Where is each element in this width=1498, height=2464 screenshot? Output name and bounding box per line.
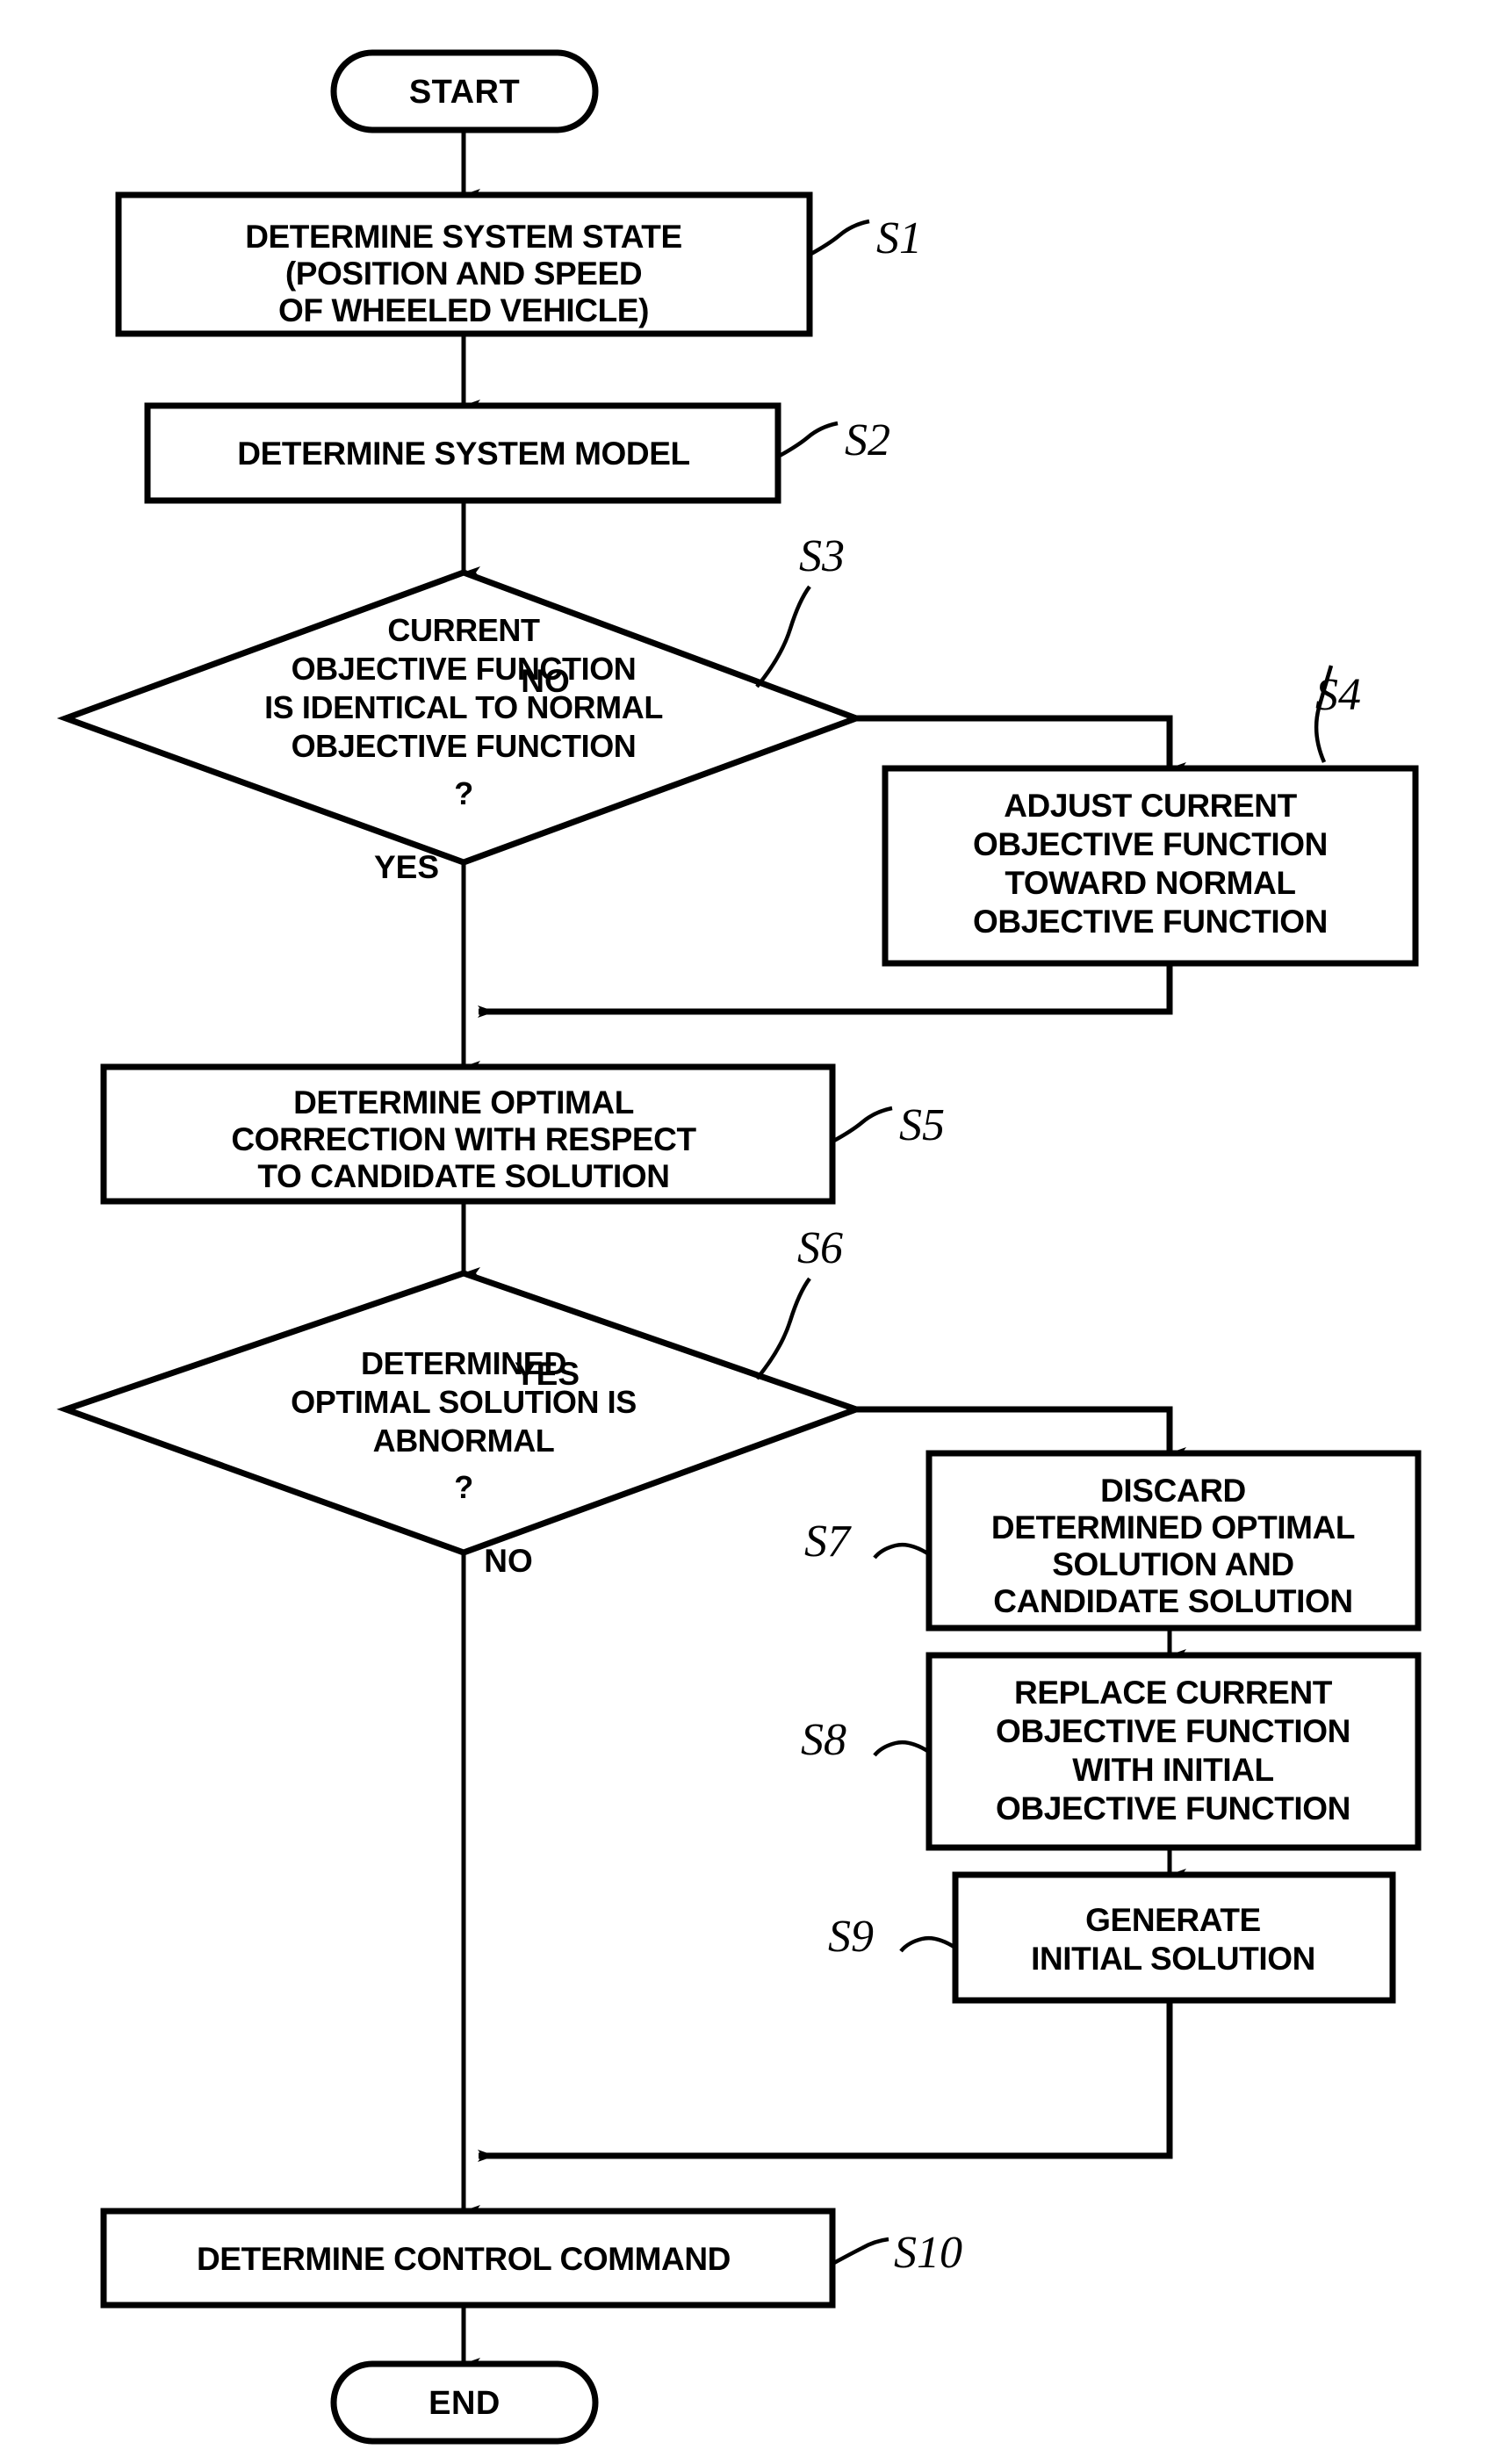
s5-ref-leader — [831, 1106, 893, 1143]
s8-ref-label: S8 — [801, 1715, 846, 1765]
s8-line-3: WITH INITIAL — [1072, 1752, 1274, 1788]
s6-no-branch-label: NO — [484, 1543, 533, 1579]
s2-ref-label: S2 — [845, 415, 890, 465]
s4-line-3: TOWARD NORMAL — [1005, 865, 1295, 901]
s10-ref-leader — [831, 2237, 889, 2266]
s7-ref-label: S7 — [804, 1517, 852, 1567]
s9-line-1: GENERATE — [1085, 1902, 1261, 1938]
s3-line-3: IS IDENTICAL TO NORMAL — [264, 689, 663, 725]
node-s8: REPLACE CURRENT OBJECTIVE FUNCTION WITH … — [801, 1652, 1422, 1851]
s5-line-3: TO CANDIDATE SOLUTION — [257, 1158, 669, 1194]
s9-ref-leader — [899, 1935, 957, 1953]
node-s6: DETERMINED OPTIMAL SOLUTION IS ABNORMAL … — [56, 1223, 866, 1556]
node-s2: DETERMINE SYSTEM MODEL S2 — [144, 402, 890, 504]
node-end: END — [330, 2360, 599, 2445]
s2-ref-leader — [776, 421, 839, 458]
node-start: START — [330, 49, 599, 133]
s10-ref-label: S10 — [894, 2228, 962, 2278]
node-s5: DETERMINE OPTIMAL CORRECTION WITH RESPEC… — [100, 1063, 945, 1205]
s3-ref-label: S3 — [799, 531, 845, 581]
s3-line-1: CURRENT — [387, 612, 540, 648]
s1-line-3: OF WHEELED VEHICLE) — [278, 292, 649, 328]
s7-line-1: DISCARD — [1100, 1473, 1246, 1509]
s6-ref-leader — [755, 1277, 811, 1380]
s5-line-2: CORRECTION WITH RESPECT — [231, 1121, 696, 1157]
s9-ref-label: S9 — [828, 1912, 874, 1962]
node-s1: DETERMINE SYSTEM STATE (POSITION AND SPE… — [115, 191, 922, 337]
connector-s6-yes-to-s7 — [856, 1406, 1186, 1459]
s8-ref-leader — [873, 1740, 931, 1757]
end-label: END — [429, 2385, 501, 2422]
s6-line-3: ABNORMAL — [373, 1423, 555, 1459]
s3-line-4: OBJECTIVE FUNCTION — [292, 728, 637, 764]
s4-line-4: OBJECTIVE FUNCTION — [973, 904, 1328, 940]
s6-line-4: ? — [454, 1469, 473, 1505]
s4-ref-label: S4 — [1315, 670, 1361, 720]
s9-line-2: INITIAL SOLUTION — [1031, 1941, 1315, 1977]
connector-s3-no-to-s4 — [856, 715, 1186, 775]
s7-ref-leader — [873, 1542, 931, 1560]
s3-yes-branch-label: YES — [374, 849, 439, 885]
s3-line-5: ? — [454, 775, 473, 811]
node-s10: DETERMINE CONTROL COMMAND S10 — [100, 2208, 962, 2309]
node-s7: DISCARD DETERMINED OPTIMAL SOLUTION AND … — [804, 1450, 1422, 1632]
s1-line-1: DETERMINE SYSTEM STATE — [245, 219, 682, 255]
s2-line-1: DETERMINE SYSTEM MODEL — [237, 436, 689, 472]
start-label: START — [409, 74, 520, 111]
flowchart-diagram: START DETERMINE SYSTEM STATE (POSITION A… — [0, 0, 1498, 2464]
s5-line-1: DETERMINE OPTIMAL — [293, 1084, 634, 1120]
node-s4: ADJUST CURRENT OBJECTIVE FUNCTION TOWARD… — [882, 665, 1419, 967]
s6-ref-label: S6 — [797, 1223, 843, 1273]
s1-line-2: (POSITION AND SPEED — [285, 256, 642, 292]
s8-line-4: OBJECTIVE FUNCTION — [996, 1790, 1350, 1826]
s3-ref-leader — [755, 585, 811, 688]
s5-ref-label: S5 — [899, 1100, 945, 1150]
s6-yes-branch-label: YES — [515, 1356, 580, 1392]
s1-ref-label: S1 — [876, 213, 922, 263]
s6-line-2: OPTIMAL SOLUTION IS — [291, 1384, 637, 1420]
node-s9: GENERATE INITIAL SOLUTION S9 — [828, 1871, 1396, 2004]
s7-line-2: DETERMINED OPTIMAL — [991, 1509, 1355, 1545]
s3-no-branch-label: NO — [521, 663, 570, 699]
s7-line-4: CANDIDATE SOLUTION — [993, 1583, 1352, 1619]
flowchart-canvas: START DETERMINE SYSTEM STATE (POSITION A… — [56, 49, 1422, 2445]
connector-s9-merge — [478, 2000, 1173, 2162]
s7-line-3: SOLUTION AND — [1052, 1546, 1293, 1582]
s1-ref-leader — [808, 219, 870, 256]
s8-line-1: REPLACE CURRENT — [1014, 1675, 1333, 1711]
s4-line-1: ADJUST CURRENT — [1004, 788, 1297, 824]
s4-line-2: OBJECTIVE FUNCTION — [973, 826, 1328, 862]
node-s3: CURRENT OBJECTIVE FUNCTION IS IDENTICAL … — [56, 531, 866, 866]
s10-line-1: DETERMINE CONTROL COMMAND — [197, 2241, 731, 2277]
connector-s4-merge — [478, 963, 1173, 1018]
s3-line-2: OBJECTIVE FUNCTION — [292, 651, 637, 687]
s8-line-2: OBJECTIVE FUNCTION — [996, 1713, 1350, 1749]
